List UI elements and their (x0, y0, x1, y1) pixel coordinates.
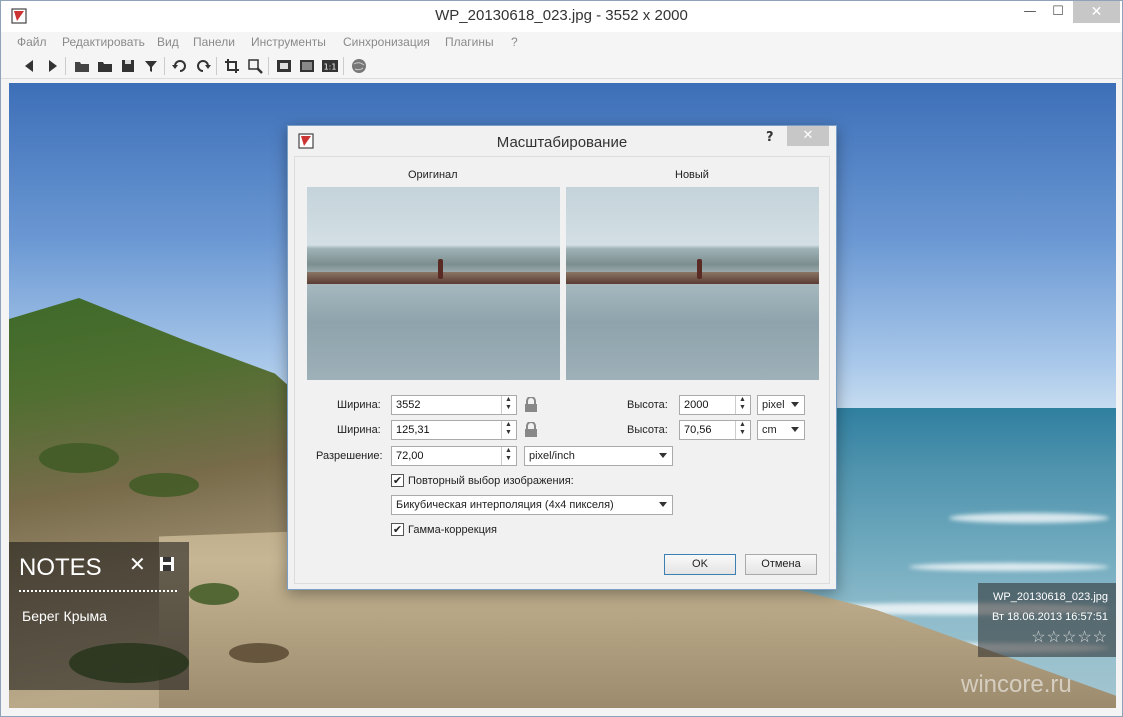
height-px-input[interactable]: 2000 ▲ ▼ (679, 395, 751, 415)
width-cm-value: 125,31 (396, 424, 430, 436)
menu-bar: Файл Редактировать Вид Панели Инструмент… (1, 32, 1122, 53)
rotate-right-icon[interactable] (194, 57, 212, 75)
save-icon[interactable] (119, 57, 137, 75)
crop-icon[interactable] (223, 57, 241, 75)
unit-pixel-value: pixel (762, 399, 785, 411)
back-icon[interactable] (21, 57, 39, 75)
menu-help[interactable]: ? (511, 35, 518, 49)
info-overlay: WP_20130618_023.jpg Вт 18.06.2013 16:57:… (978, 583, 1116, 657)
width-label: Ширина: (337, 399, 381, 411)
width-px-input[interactable]: 3552 ▲ ▼ (391, 395, 517, 415)
watermark: wincore.ru (961, 671, 1072, 698)
filter-icon[interactable] (142, 57, 160, 75)
save-icon[interactable] (159, 556, 175, 572)
unit-pixel-select[interactable]: pixel (757, 395, 805, 415)
interpolation-select[interactable]: Бикубическая интерполяция (4x4 пикселя) (391, 495, 673, 515)
height-cm-input[interactable]: 70,56 ▲ ▼ (679, 420, 751, 440)
fullscreen-icon[interactable] (298, 57, 316, 75)
folder-icon[interactable] (96, 57, 114, 75)
maximize-button[interactable]: ☐ (1043, 1, 1073, 23)
resample-checkbox[interactable]: ✔ (391, 474, 404, 487)
globe-icon[interactable] (350, 57, 368, 75)
resolution-value: 72,00 (396, 450, 424, 462)
gamma-checkbox[interactable]: ✔ (391, 523, 404, 536)
rotate-left-icon[interactable] (171, 57, 189, 75)
zoom-icon[interactable] (246, 57, 264, 75)
height-cm-label: Высота: (627, 424, 668, 436)
open-folder-icon[interactable] (73, 57, 91, 75)
fit-icon[interactable] (275, 57, 293, 75)
resolution-unit-value: pixel/inch (529, 450, 575, 462)
resolution-label: Разрешение: (316, 450, 383, 462)
dialog-body: Оригинал Новый Ширина: 3552 ▲ ▼ Высота: 2… (294, 156, 830, 584)
dialog-close-button[interactable]: ✕ (787, 126, 829, 146)
interpolation-value: Бикубическая интерполяция (4x4 пикселя) (396, 499, 614, 511)
width-px-spinner[interactable]: ▲ ▼ (501, 396, 515, 414)
height-cm-value: 70,56 (684, 424, 712, 436)
app-window: WP_20130618_023.jpg - 3552 x 2000 — ☐ ✕ … (0, 0, 1123, 717)
width-cm-input[interactable]: 125,31 ▲ ▼ (391, 420, 517, 440)
resample-label: Повторный выбор изображения: (408, 475, 574, 487)
notes-divider (19, 590, 177, 592)
original-preview (307, 187, 560, 380)
toolbar: 1:1 (1, 53, 1122, 79)
height-px-value: 2000 (684, 399, 709, 411)
new-label: Новый (675, 169, 709, 181)
minimize-button[interactable]: — (1015, 1, 1045, 23)
original-label: Оригинал (408, 169, 458, 181)
close-icon[interactable]: ✕ (129, 552, 146, 576)
dialog-title: Масштабирование (496, 134, 628, 151)
new-preview (566, 187, 819, 380)
ok-button[interactable]: OK (664, 554, 736, 575)
actual-size-icon[interactable]: 1:1 (321, 57, 339, 75)
width-px-value: 3552 (396, 399, 421, 411)
resize-dialog: Масштабирование ? ✕ Оригинал Новый Ширин… (287, 125, 837, 590)
forward-icon[interactable] (43, 57, 61, 75)
help-button[interactable]: ? (766, 130, 774, 145)
cancel-button[interactable]: Отмена (745, 554, 817, 575)
info-datetime: Вт 18.06.2013 16:57:51 (992, 611, 1108, 623)
height-px-spinner[interactable]: ▲ ▼ (735, 396, 749, 414)
notes-text[interactable]: Берег Крыма (22, 608, 107, 624)
menu-sync[interactable]: Синхронизация (343, 35, 430, 49)
title-bar: WP_20130618_023.jpg - 3552 x 2000 — ☐ ✕ (1, 1, 1122, 32)
window-title: WP_20130618_023.jpg - 3552 x 2000 (435, 7, 688, 24)
actual-size-label: 1:1 (324, 63, 337, 72)
lock-icon[interactable] (524, 397, 538, 413)
menu-panels[interactable]: Панели (193, 35, 235, 49)
info-filename: WP_20130618_023.jpg (993, 591, 1108, 603)
close-button[interactable]: ✕ (1073, 1, 1120, 23)
notes-panel: NOTES ✕ Берег Крыма (9, 542, 189, 690)
gamma-label: Гамма-коррекция (408, 524, 497, 536)
width-cm-spinner[interactable]: ▲ ▼ (501, 421, 515, 439)
resolution-spinner[interactable]: ▲ ▼ (501, 447, 515, 465)
menu-view[interactable]: Вид (157, 35, 179, 49)
menu-tools[interactable]: Инструменты (251, 35, 326, 49)
notes-title: NOTES (19, 554, 102, 581)
resolution-input[interactable]: 72,00 ▲ ▼ (391, 446, 517, 466)
lock-icon[interactable] (524, 422, 538, 438)
unit-cm-select[interactable]: cm (757, 420, 805, 440)
height-label: Высота: (627, 399, 668, 411)
unit-cm-value: cm (762, 424, 777, 436)
height-cm-spinner[interactable]: ▲ ▼ (735, 421, 749, 439)
width-cm-label: Ширина: (337, 424, 381, 436)
menu-file[interactable]: Файл (17, 35, 47, 49)
menu-edit[interactable]: Редактировать (62, 35, 145, 49)
resolution-unit-select[interactable]: pixel/inch (524, 446, 673, 466)
rating-stars[interactable]: ☆☆☆☆☆ (1031, 627, 1108, 647)
menu-plugins[interactable]: Плагины (445, 35, 494, 49)
